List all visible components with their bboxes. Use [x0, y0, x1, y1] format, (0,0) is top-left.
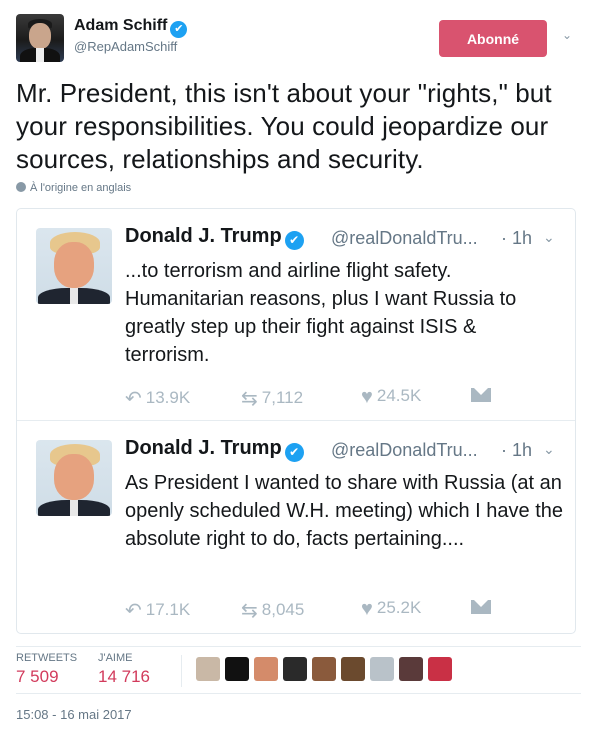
- retweet-button[interactable]: ⇆ 8,045: [241, 598, 304, 623]
- reply-count: 13.9K: [145, 388, 191, 407]
- author-name[interactable]: Adam Schiff: [74, 17, 167, 34]
- verified-icon: ✔: [284, 231, 304, 250]
- quoted-author-name-row[interactable]: Donald J. Trump ✔: [125, 437, 304, 462]
- liker-avatar[interactable]: [283, 657, 307, 681]
- like-button[interactable]: ♥ 24.5K: [361, 386, 421, 409]
- like-button[interactable]: ♥ 25.2K: [361, 598, 421, 621]
- like-count: 24.5K: [376, 386, 422, 405]
- heart-icon: ♥: [361, 386, 373, 408]
- liker-avatar[interactable]: [341, 657, 365, 681]
- author-handle[interactable]: @RepAdamSchiff: [74, 39, 177, 54]
- translation-note[interactable]: À l'origine en anglais: [16, 182, 131, 194]
- likes-count[interactable]: 14 716: [98, 667, 150, 687]
- author-name-row[interactable]: Adam Schiff ✔: [74, 17, 188, 38]
- quoted-tweet[interactable]: Donald J. Trump ✔ @realDonaldTru... · 1h …: [17, 209, 575, 421]
- avatar[interactable]: [36, 228, 112, 304]
- likes-label[interactable]: J'AIME: [98, 652, 133, 664]
- chevron-down-icon[interactable]: ⌄: [562, 28, 576, 42]
- verified-icon: ✔: [284, 443, 304, 462]
- retweets-label[interactable]: RETWEETS: [16, 652, 77, 664]
- avatar[interactable]: [36, 440, 112, 516]
- quoted-tweet[interactable]: Donald J. Trump ✔ @realDonaldTru... · 1h …: [17, 421, 575, 633]
- retweet-icon: ⇆: [241, 388, 258, 410]
- chevron-down-icon[interactable]: ⌄: [543, 229, 555, 246]
- reply-icon: ↶: [125, 600, 142, 622]
- tweet-actions: ↶ 13.9K ⇆ 7,112 ♥ 24.5K: [125, 386, 565, 411]
- quoted-author-name-row[interactable]: Donald J. Trump ✔: [125, 225, 304, 250]
- liker-avatar[interactable]: [370, 657, 394, 681]
- quoted-text: As President I wanted to share with Russ…: [125, 472, 564, 550]
- tweet-stats: RETWEETS 7 509 J'AIME 14 716: [16, 646, 581, 694]
- retweet-icon: ⇆: [241, 600, 258, 622]
- direct-message-button[interactable]: [471, 598, 491, 618]
- retweet-count: 8,045: [261, 600, 305, 619]
- reply-button[interactable]: ↶ 13.9K: [125, 386, 190, 411]
- direct-message-button[interactable]: [471, 386, 491, 406]
- quoted-author-handle[interactable]: @realDonaldTru...: [331, 440, 478, 461]
- reply-button[interactable]: ↶ 17.1K: [125, 598, 190, 623]
- divider: [181, 655, 182, 687]
- like-count: 25.2K: [376, 598, 422, 617]
- quoted-tweets-card[interactable]: Donald J. Trump ✔ @realDonaldTru... · 1h …: [16, 208, 576, 634]
- reply-icon: ↶: [125, 388, 142, 410]
- quoted-author-handle[interactable]: @realDonaldTru...: [331, 228, 478, 249]
- avatar[interactable]: [16, 14, 64, 62]
- retweets-count[interactable]: 7 509: [16, 667, 59, 687]
- envelope-icon: [471, 600, 491, 614]
- tweet-actions: ↶ 17.1K ⇆ 8,045 ♥ 25.2K: [125, 598, 565, 623]
- heart-icon: ♥: [361, 598, 373, 620]
- quoted-time[interactable]: · 1h: [501, 228, 532, 249]
- reply-count: 17.1K: [145, 600, 191, 619]
- translation-label: À l'origine en anglais: [30, 182, 132, 194]
- quoted-author-name[interactable]: Donald J. Trump: [125, 225, 282, 247]
- following-button[interactable]: Abonné: [439, 20, 547, 57]
- chevron-down-icon[interactable]: ⌄: [543, 441, 555, 458]
- liker-avatar[interactable]: [225, 657, 249, 681]
- liker-avatar[interactable]: [428, 657, 452, 681]
- liker-avatar[interactable]: [196, 657, 220, 681]
- tweet-header: Adam Schiff ✔ @RepAdamSchiff Abonné ⌄: [16, 14, 581, 64]
- envelope-icon: [471, 388, 491, 402]
- retweet-button[interactable]: ⇆ 7,112: [241, 386, 303, 411]
- liker-avatar[interactable]: [312, 657, 336, 681]
- verified-icon: ✔: [170, 21, 188, 38]
- quoted-text: ...to terrorism and airline flight safet…: [125, 260, 517, 366]
- tweet-text: Mr. President, this isn't about your "ri…: [16, 78, 552, 174]
- tweet-timestamp[interactable]: 15:08 - 16 mai 2017: [16, 707, 132, 722]
- retweet-count: 7,112: [261, 388, 304, 407]
- liker-avatar[interactable]: [254, 657, 278, 681]
- globe-icon: [16, 182, 26, 192]
- quoted-time[interactable]: · 1h: [501, 440, 532, 461]
- liker-avatar[interactable]: [399, 657, 423, 681]
- quoted-author-name[interactable]: Donald J. Trump: [125, 437, 282, 459]
